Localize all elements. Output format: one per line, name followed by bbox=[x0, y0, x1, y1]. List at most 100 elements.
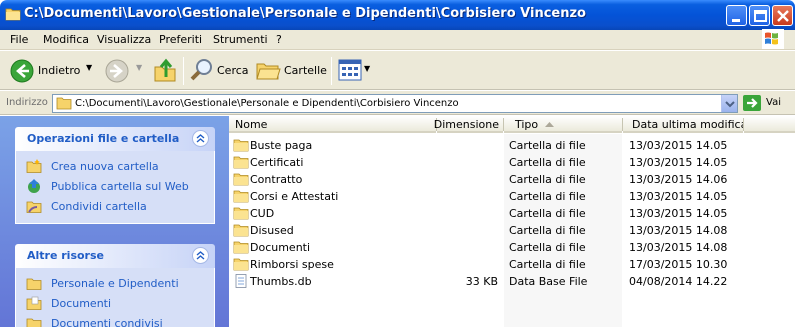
address-bar: Indirizzo C:\Documenti\Lavoro\Gestionale… bbox=[0, 91, 795, 115]
place-documenti[interactable]: Documenti bbox=[16, 294, 214, 314]
file-tasks-header[interactable]: Operazioni file e cartella bbox=[15, 127, 215, 151]
sort-ascending-icon bbox=[545, 122, 554, 127]
file-type: Cartella di file bbox=[509, 173, 586, 186]
up-folder-button[interactable] bbox=[153, 57, 179, 83]
folder-up-icon bbox=[154, 58, 176, 82]
task-share-folder[interactable]: Condividi cartella bbox=[16, 197, 214, 217]
close-button[interactable] bbox=[772, 5, 793, 26]
toolbar: Indietro ▼ ▼ Cerca Cartelle ▼ bbox=[0, 51, 795, 90]
file-modified: 13/03/2015 14.05 bbox=[629, 139, 728, 152]
database-file-icon bbox=[235, 274, 247, 288]
file-name: Contratto bbox=[250, 173, 303, 186]
file-name: Thumbs.db bbox=[250, 275, 312, 288]
column-header-modified[interactable]: Data ultima modifica bbox=[623, 116, 747, 133]
views-button[interactable]: ▼ bbox=[338, 58, 372, 84]
file-tasks-title: Operazioni file e cartella bbox=[27, 132, 180, 145]
file-row[interactable]: Certificati Cartella di file 13/03/2015 14… bbox=[229, 154, 795, 171]
share-folder-icon bbox=[26, 201, 42, 213]
file-row[interactable]: Contratto Cartella di file 13/03/2015 14.0… bbox=[229, 171, 795, 188]
documents-folder-icon bbox=[26, 296, 42, 310]
menu-strumenti[interactable]: Strumenti bbox=[213, 33, 268, 46]
back-button[interactable]: Indietro ▼ bbox=[10, 58, 106, 84]
file-type: Cartella di file bbox=[509, 139, 586, 152]
folder-icon bbox=[233, 173, 249, 186]
column-header-name[interactable]: Nome bbox=[229, 116, 436, 133]
back-arrow-icon bbox=[10, 59, 34, 83]
menu-modifica[interactable]: Modifica bbox=[43, 33, 89, 46]
file-name: Certificati bbox=[250, 156, 304, 169]
folder-icon bbox=[233, 207, 249, 220]
folder-icon bbox=[233, 241, 249, 254]
column-header-size[interactable]: Dimensione bbox=[433, 116, 503, 133]
forward-dropdown-icon[interactable]: ▼ bbox=[136, 63, 142, 72]
title-bar[interactable]: C:\Documenti\Lavoro\Gestionale\Personale… bbox=[0, 0, 795, 30]
column-header-name-label: Nome bbox=[235, 118, 268, 131]
menu-file[interactable]: File bbox=[10, 33, 28, 46]
search-label: Cerca bbox=[217, 64, 249, 77]
column-header-type[interactable]: Tipo bbox=[504, 116, 622, 133]
folder-icon bbox=[5, 8, 21, 21]
file-name: Disused bbox=[250, 224, 294, 237]
views-dropdown-icon[interactable]: ▼ bbox=[364, 64, 370, 73]
file-name: Buste paga bbox=[250, 139, 313, 152]
task-new-folder[interactable]: Crea nuova cartella bbox=[16, 157, 214, 177]
column-header-size-label: Dimensione bbox=[433, 118, 499, 131]
go-label[interactable]: Vai bbox=[766, 97, 781, 108]
file-modified: 17/03/2015 10.30 bbox=[629, 258, 728, 271]
file-name: Corsi e Attestati bbox=[250, 190, 339, 203]
back-dropdown-icon[interactable]: ▼ bbox=[86, 63, 92, 72]
go-arrow-icon bbox=[743, 95, 761, 111]
other-places-header[interactable]: Altre risorse bbox=[15, 244, 215, 268]
other-places-panel: Altre risorse Personale e Dipendenti Doc… bbox=[15, 244, 215, 327]
file-type: Cartella di file bbox=[509, 156, 586, 169]
forward-button[interactable]: ▼ bbox=[105, 58, 145, 84]
file-row[interactable]: Rimborsi spese Cartella di file 17/03/2015… bbox=[229, 256, 795, 273]
menu-visualizza[interactable]: Visualizza bbox=[97, 33, 151, 46]
file-row[interactable]: Disused Cartella di file 13/03/2015 14.08 bbox=[229, 222, 795, 239]
minimize-button[interactable] bbox=[726, 5, 747, 26]
chevron-down-icon bbox=[725, 101, 735, 108]
folders-icon bbox=[256, 63, 281, 80]
window-title: C:\Documenti\Lavoro\Gestionale\Personale… bbox=[24, 6, 586, 21]
go-button[interactable] bbox=[743, 95, 761, 111]
file-row[interactable]: CUD Cartella di file 13/03/2015 14.05 bbox=[229, 205, 795, 222]
place-personale-dipendenti[interactable]: Personale e Dipendenti bbox=[16, 274, 214, 294]
column-header-type-label: Tipo bbox=[515, 118, 539, 131]
column-header-empty bbox=[744, 116, 795, 133]
file-size: 33 KB bbox=[465, 275, 498, 288]
place-documenti-condivisi-label: Documenti condivisi bbox=[51, 317, 163, 327]
file-type: Cartella di file bbox=[509, 241, 586, 254]
folders-button[interactable]: Cartelle bbox=[256, 58, 328, 84]
file-row[interactable]: Thumbs.db 33 KB Data Base File 04/08/2014 1… bbox=[229, 273, 795, 290]
maximize-button[interactable] bbox=[749, 5, 770, 26]
address-dropdown-button[interactable] bbox=[721, 95, 737, 112]
file-modified: 13/03/2015 14.08 bbox=[629, 224, 728, 237]
place-documenti-label: Documenti bbox=[51, 297, 112, 310]
collapse-file-tasks-button[interactable] bbox=[192, 130, 209, 147]
place-documenti-condivisi[interactable]: Documenti condivisi bbox=[16, 314, 214, 327]
task-publish-web[interactable]: Pubblica cartella sul Web bbox=[16, 177, 214, 197]
file-type: Data Base File bbox=[509, 275, 588, 288]
menu-help[interactable]: ? bbox=[276, 33, 282, 46]
file-list: Nome Dimensione Tipo Data ultima modific… bbox=[229, 116, 795, 327]
file-name: Rimborsi spese bbox=[250, 258, 334, 271]
file-row[interactable]: Buste paga Cartella di file 13/03/2015 14.… bbox=[229, 137, 795, 154]
maximize-icon bbox=[754, 10, 767, 22]
file-row[interactable]: Documenti Cartella di file 13/03/2015 14.0… bbox=[229, 239, 795, 256]
file-type: Cartella di file bbox=[509, 258, 586, 271]
collapse-other-places-button[interactable] bbox=[192, 247, 209, 264]
menu-preferiti[interactable]: Preferiti bbox=[159, 33, 202, 46]
file-type: Cartella di file bbox=[509, 190, 586, 203]
chevron-up-icon bbox=[196, 134, 205, 143]
file-tasks-body: Crea nuova cartella Pubblica cartella su… bbox=[15, 151, 215, 224]
folder-icon bbox=[233, 156, 249, 169]
forward-arrow-icon bbox=[105, 59, 129, 83]
address-input[interactable]: C:\Documenti\Lavoro\Gestionale\Personale… bbox=[52, 94, 738, 113]
back-label: Indietro bbox=[38, 64, 81, 77]
shared-documents-icon bbox=[26, 318, 42, 327]
task-new-folder-label: Crea nuova cartella bbox=[51, 160, 159, 173]
search-button[interactable]: Cerca bbox=[190, 58, 250, 84]
file-row[interactable]: Corsi e Attestati Cartella di file 13/03/2… bbox=[229, 188, 795, 205]
file-modified: 04/08/2014 14.22 bbox=[629, 275, 728, 288]
file-modified: 13/03/2015 14.08 bbox=[629, 241, 728, 254]
